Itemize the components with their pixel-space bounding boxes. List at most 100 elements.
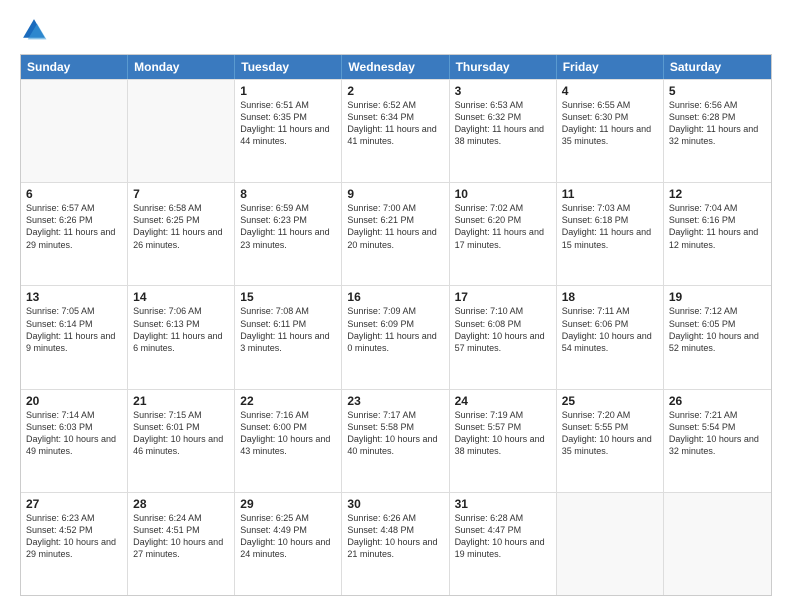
day-number: 12: [669, 187, 766, 201]
day-info: Sunrise: 6:52 AM Sunset: 6:34 PM Dayligh…: [347, 99, 443, 148]
cal-cell: 14Sunrise: 7:06 AM Sunset: 6:13 PM Dayli…: [128, 286, 235, 388]
cal-cell: 17Sunrise: 7:10 AM Sunset: 6:08 PM Dayli…: [450, 286, 557, 388]
header-cell-friday: Friday: [557, 55, 664, 79]
day-number: 28: [133, 497, 229, 511]
day-info: Sunrise: 6:24 AM Sunset: 4:51 PM Dayligh…: [133, 512, 229, 561]
day-info: Sunrise: 7:15 AM Sunset: 6:01 PM Dayligh…: [133, 409, 229, 458]
cal-cell: 6Sunrise: 6:57 AM Sunset: 6:26 PM Daylig…: [21, 183, 128, 285]
calendar-header-row: SundayMondayTuesdayWednesdayThursdayFrid…: [21, 55, 771, 79]
day-info: Sunrise: 7:17 AM Sunset: 5:58 PM Dayligh…: [347, 409, 443, 458]
cal-cell: 3Sunrise: 6:53 AM Sunset: 6:32 PM Daylig…: [450, 80, 557, 182]
day-number: 27: [26, 497, 122, 511]
day-number: 18: [562, 290, 658, 304]
calendar-row-2: 13Sunrise: 7:05 AM Sunset: 6:14 PM Dayli…: [21, 285, 771, 388]
day-info: Sunrise: 6:57 AM Sunset: 6:26 PM Dayligh…: [26, 202, 122, 251]
cal-cell: [557, 493, 664, 595]
day-number: 26: [669, 394, 766, 408]
cal-cell: 31Sunrise: 6:28 AM Sunset: 4:47 PM Dayli…: [450, 493, 557, 595]
cal-cell: 2Sunrise: 6:52 AM Sunset: 6:34 PM Daylig…: [342, 80, 449, 182]
day-info: Sunrise: 7:03 AM Sunset: 6:18 PM Dayligh…: [562, 202, 658, 251]
day-info: Sunrise: 7:16 AM Sunset: 6:00 PM Dayligh…: [240, 409, 336, 458]
header-cell-sunday: Sunday: [21, 55, 128, 79]
day-number: 5: [669, 84, 766, 98]
day-number: 7: [133, 187, 229, 201]
cal-cell: 4Sunrise: 6:55 AM Sunset: 6:30 PM Daylig…: [557, 80, 664, 182]
day-number: 16: [347, 290, 443, 304]
cal-cell: 15Sunrise: 7:08 AM Sunset: 6:11 PM Dayli…: [235, 286, 342, 388]
day-info: Sunrise: 6:59 AM Sunset: 6:23 PM Dayligh…: [240, 202, 336, 251]
cal-cell: 18Sunrise: 7:11 AM Sunset: 6:06 PM Dayli…: [557, 286, 664, 388]
day-info: Sunrise: 7:20 AM Sunset: 5:55 PM Dayligh…: [562, 409, 658, 458]
day-number: 17: [455, 290, 551, 304]
day-info: Sunrise: 7:11 AM Sunset: 6:06 PM Dayligh…: [562, 305, 658, 354]
day-number: 29: [240, 497, 336, 511]
day-info: Sunrise: 6:53 AM Sunset: 6:32 PM Dayligh…: [455, 99, 551, 148]
day-number: 1: [240, 84, 336, 98]
day-info: Sunrise: 7:21 AM Sunset: 5:54 PM Dayligh…: [669, 409, 766, 458]
cal-cell: 8Sunrise: 6:59 AM Sunset: 6:23 PM Daylig…: [235, 183, 342, 285]
header: [20, 16, 772, 44]
calendar: SundayMondayTuesdayWednesdayThursdayFrid…: [20, 54, 772, 596]
logo-icon: [20, 16, 48, 44]
day-info: Sunrise: 7:12 AM Sunset: 6:05 PM Dayligh…: [669, 305, 766, 354]
header-cell-wednesday: Wednesday: [342, 55, 449, 79]
day-info: Sunrise: 7:06 AM Sunset: 6:13 PM Dayligh…: [133, 305, 229, 354]
day-info: Sunrise: 6:28 AM Sunset: 4:47 PM Dayligh…: [455, 512, 551, 561]
day-number: 9: [347, 187, 443, 201]
day-number: 10: [455, 187, 551, 201]
day-info: Sunrise: 7:05 AM Sunset: 6:14 PM Dayligh…: [26, 305, 122, 354]
day-number: 4: [562, 84, 658, 98]
day-number: 31: [455, 497, 551, 511]
cal-cell: 11Sunrise: 7:03 AM Sunset: 6:18 PM Dayli…: [557, 183, 664, 285]
logo: [20, 16, 52, 44]
day-info: Sunrise: 6:58 AM Sunset: 6:25 PM Dayligh…: [133, 202, 229, 251]
cal-cell: 22Sunrise: 7:16 AM Sunset: 6:00 PM Dayli…: [235, 390, 342, 492]
day-info: Sunrise: 7:04 AM Sunset: 6:16 PM Dayligh…: [669, 202, 766, 251]
calendar-row-1: 6Sunrise: 6:57 AM Sunset: 6:26 PM Daylig…: [21, 182, 771, 285]
header-cell-monday: Monday: [128, 55, 235, 79]
day-number: 19: [669, 290, 766, 304]
day-number: 6: [26, 187, 122, 201]
calendar-body: 1Sunrise: 6:51 AM Sunset: 6:35 PM Daylig…: [21, 79, 771, 595]
day-number: 24: [455, 394, 551, 408]
cal-cell: 7Sunrise: 6:58 AM Sunset: 6:25 PM Daylig…: [128, 183, 235, 285]
day-info: Sunrise: 6:23 AM Sunset: 4:52 PM Dayligh…: [26, 512, 122, 561]
cal-cell: 28Sunrise: 6:24 AM Sunset: 4:51 PM Dayli…: [128, 493, 235, 595]
header-cell-saturday: Saturday: [664, 55, 771, 79]
day-info: Sunrise: 7:09 AM Sunset: 6:09 PM Dayligh…: [347, 305, 443, 354]
cal-cell: 30Sunrise: 6:26 AM Sunset: 4:48 PM Dayli…: [342, 493, 449, 595]
calendar-row-0: 1Sunrise: 6:51 AM Sunset: 6:35 PM Daylig…: [21, 79, 771, 182]
day-number: 30: [347, 497, 443, 511]
cal-cell: 21Sunrise: 7:15 AM Sunset: 6:01 PM Dayli…: [128, 390, 235, 492]
cal-cell: 19Sunrise: 7:12 AM Sunset: 6:05 PM Dayli…: [664, 286, 771, 388]
day-info: Sunrise: 7:02 AM Sunset: 6:20 PM Dayligh…: [455, 202, 551, 251]
day-number: 14: [133, 290, 229, 304]
day-number: 25: [562, 394, 658, 408]
day-info: Sunrise: 7:14 AM Sunset: 6:03 PM Dayligh…: [26, 409, 122, 458]
cal-cell: 24Sunrise: 7:19 AM Sunset: 5:57 PM Dayli…: [450, 390, 557, 492]
day-info: Sunrise: 6:51 AM Sunset: 6:35 PM Dayligh…: [240, 99, 336, 148]
day-number: 8: [240, 187, 336, 201]
cal-cell: 10Sunrise: 7:02 AM Sunset: 6:20 PM Dayli…: [450, 183, 557, 285]
cal-cell: 20Sunrise: 7:14 AM Sunset: 6:03 PM Dayli…: [21, 390, 128, 492]
cal-cell: 29Sunrise: 6:25 AM Sunset: 4:49 PM Dayli…: [235, 493, 342, 595]
cal-cell: 12Sunrise: 7:04 AM Sunset: 6:16 PM Dayli…: [664, 183, 771, 285]
day-info: Sunrise: 6:25 AM Sunset: 4:49 PM Dayligh…: [240, 512, 336, 561]
day-number: 22: [240, 394, 336, 408]
cal-cell: 27Sunrise: 6:23 AM Sunset: 4:52 PM Dayli…: [21, 493, 128, 595]
day-info: Sunrise: 7:19 AM Sunset: 5:57 PM Dayligh…: [455, 409, 551, 458]
day-number: 15: [240, 290, 336, 304]
cal-cell: [21, 80, 128, 182]
cal-cell: [128, 80, 235, 182]
day-number: 21: [133, 394, 229, 408]
day-info: Sunrise: 7:00 AM Sunset: 6:21 PM Dayligh…: [347, 202, 443, 251]
day-info: Sunrise: 6:55 AM Sunset: 6:30 PM Dayligh…: [562, 99, 658, 148]
calendar-row-3: 20Sunrise: 7:14 AM Sunset: 6:03 PM Dayli…: [21, 389, 771, 492]
day-number: 2: [347, 84, 443, 98]
cal-cell: 9Sunrise: 7:00 AM Sunset: 6:21 PM Daylig…: [342, 183, 449, 285]
day-info: Sunrise: 6:26 AM Sunset: 4:48 PM Dayligh…: [347, 512, 443, 561]
cal-cell: 16Sunrise: 7:09 AM Sunset: 6:09 PM Dayli…: [342, 286, 449, 388]
cal-cell: 5Sunrise: 6:56 AM Sunset: 6:28 PM Daylig…: [664, 80, 771, 182]
cal-cell: 13Sunrise: 7:05 AM Sunset: 6:14 PM Dayli…: [21, 286, 128, 388]
day-info: Sunrise: 6:56 AM Sunset: 6:28 PM Dayligh…: [669, 99, 766, 148]
